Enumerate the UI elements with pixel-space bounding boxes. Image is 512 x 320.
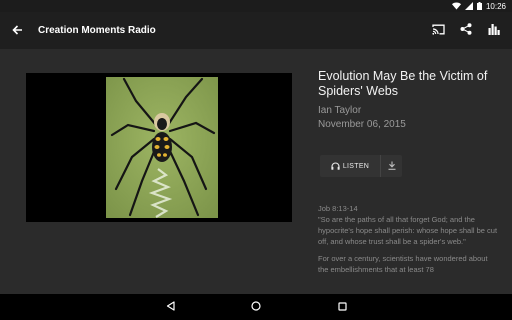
listen-button[interactable]: LISTEN [320, 155, 380, 177]
headphones-icon [331, 157, 340, 175]
cast-icon [431, 22, 445, 40]
app-bar-actions [424, 12, 508, 49]
cast-button[interactable] [424, 12, 452, 49]
episode-artwork [26, 73, 292, 222]
equalizer-icon [488, 22, 500, 40]
episode-date: November 06, 2015 [318, 119, 406, 130]
scripture-text: "So are the paths of all that forget God… [318, 215, 498, 246]
status-time: 10:26 [485, 1, 506, 11]
home-circle-icon [251, 298, 261, 316]
app-bar: Creation Moments Radio [0, 12, 512, 49]
listen-label: LISTEN [342, 162, 370, 170]
episode-details: Evolution May Be the Victim of Spiders' … [318, 69, 498, 130]
recents-square-icon [337, 298, 347, 316]
arrow-back-icon [11, 22, 23, 40]
episode-description: Job 8:13-14 "So are the paths of all tha… [318, 203, 498, 275]
equalizer-button[interactable] [480, 12, 508, 49]
episode-content: Evolution May Be the Victim of Spiders' … [0, 49, 512, 294]
download-button[interactable] [380, 155, 402, 177]
nav-back-button[interactable] [155, 294, 185, 320]
status-bar: 10:26 [0, 0, 512, 12]
nav-recents-button[interactable] [327, 294, 357, 320]
scripture-reference: Job 8:13-14 [318, 204, 358, 213]
episode-author: Ian Taylor [318, 105, 362, 116]
episode-title: Evolution May Be the Victim of Spiders' … [318, 69, 488, 98]
system-nav-bar [0, 294, 512, 320]
back-triangle-icon [166, 298, 175, 316]
app-title: Creation Moments Radio [38, 25, 156, 36]
back-button[interactable] [2, 12, 32, 49]
episode-body-paragraph: For over a century, scientists have wond… [318, 254, 488, 274]
share-button[interactable] [452, 12, 480, 49]
status-icons: 10:26 [451, 0, 506, 12]
share-icon [460, 22, 472, 40]
nav-home-button[interactable] [241, 294, 271, 320]
spider-photo [106, 77, 218, 218]
download-icon [388, 157, 396, 175]
player-controls: LISTEN [320, 155, 402, 177]
